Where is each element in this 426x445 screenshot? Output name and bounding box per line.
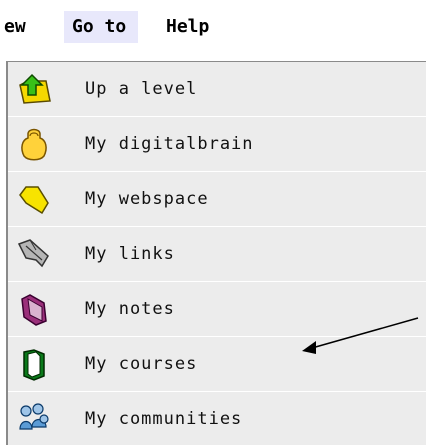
menu-item-my-communities[interactable]: My communities [8, 392, 426, 445]
digitalbrain-icon [16, 126, 52, 162]
notes-icon [16, 291, 52, 327]
courses-book-icon [16, 346, 52, 382]
menu-item-my-webspace[interactable]: My webspace [8, 172, 426, 227]
menu-bar: ew Go to Help [0, 0, 426, 61]
screenshot-root: ew Go to Help Up a level My digitalbrain… [0, 0, 426, 445]
menu-item-label: My digitalbrain [85, 134, 254, 154]
menu-item-label: My links [85, 244, 175, 264]
webspace-folder-icon [16, 181, 52, 217]
menu-item-label: My courses [85, 354, 198, 374]
links-icon [16, 236, 52, 272]
menu-item-label: Up a level [85, 79, 198, 99]
communities-people-icon [16, 401, 52, 437]
menu-item-my-links[interactable]: My links [8, 227, 426, 282]
menu-help[interactable]: Help [162, 11, 213, 43]
menu-item-my-notes[interactable]: My notes [8, 282, 426, 337]
menu-view[interactable]: ew [0, 11, 30, 43]
menu-item-up-a-level[interactable]: Up a level [8, 62, 426, 117]
menu-item-label: My communities [85, 409, 243, 429]
menu-go-to[interactable]: Go to [64, 11, 139, 43]
menu-item-label: My webspace [85, 189, 209, 209]
menu-item-label: My notes [85, 299, 175, 319]
menu-item-my-courses[interactable]: My courses [8, 337, 426, 392]
up-level-icon [16, 71, 52, 107]
menu-item-my-digitalbrain[interactable]: My digitalbrain [8, 117, 426, 172]
go-to-dropdown-menu: Up a level My digitalbrain My webspace M… [6, 61, 426, 445]
